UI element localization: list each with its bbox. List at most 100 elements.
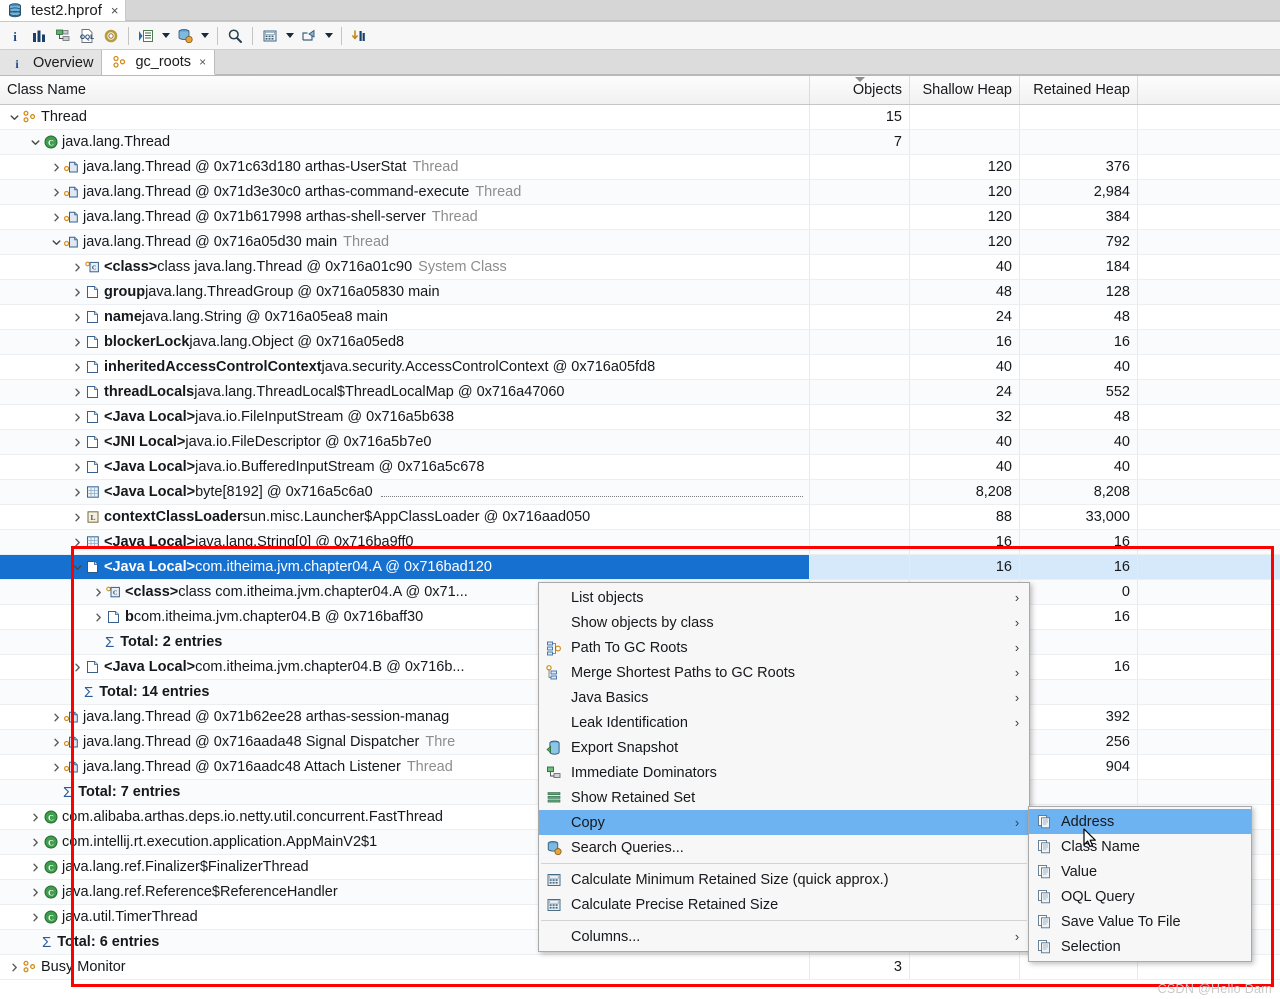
expand-collapse-toggle[interactable] [50,705,63,729]
expand-collapse-toggle[interactable] [8,105,21,129]
cell-class-name[interactable]: group java.lang.ThreadGroup @ 0x716a0583… [0,280,810,304]
table-row[interactable]: java.lang.Thread @ 0x716a05d30 main Threa… [0,230,1280,255]
oql-icon[interactable]: OQL [76,25,98,47]
expand-collapse-toggle[interactable] [29,830,42,854]
table-row[interactable]: name java.lang.String @ 0x716a05ea8 main… [0,305,1280,330]
menu-item-show-retained-set[interactable]: Show Retained Set [539,785,1029,810]
table-row[interactable]: <JNI Local> java.io.FileDescriptor @ 0x7… [0,430,1280,455]
expand-collapse-toggle[interactable] [29,905,42,929]
menu-item-java-basics[interactable]: Java Basics › [539,685,1029,710]
table-row[interactable]: Cjava.lang.Thread 7 [0,130,1280,155]
cell-class-name[interactable]: <Java Local> java.lang.String[0] @ 0x716… [0,530,810,554]
table-row[interactable]: inheritedAccessControlContext java.secur… [0,355,1280,380]
table-row[interactable]: C <class> class java.lang.Thread @ 0x716a… [0,255,1280,280]
query-browser-dropdown-arrow[interactable] [198,25,211,47]
menu-item-show-objects-by-class[interactable]: Show objects by class › [539,610,1029,635]
expand-collapse-toggle[interactable] [71,280,84,304]
cell-class-name[interactable]: Thread [0,105,810,129]
expand-collapse-toggle[interactable] [92,580,105,604]
table-row[interactable]: java.lang.Thread @ 0x71d3e30c0 arthas-co… [0,180,1280,205]
menu-item-columns[interactable]: Columns... › [539,924,1029,949]
cell-class-name[interactable]: java.lang.Thread @ 0x716a05d30 main Threa… [0,230,810,254]
context-menu[interactable]: List objects › Show objects by class › Path … [538,582,1030,952]
expand-collapse-toggle[interactable] [71,430,84,454]
expand-collapse-toggle[interactable] [71,555,84,579]
table-row[interactable]: blockerLock java.lang.Object @ 0x716a05e… [0,330,1280,355]
export-icon[interactable] [298,25,320,47]
expand-collapse-toggle[interactable] [71,380,84,404]
column-header-objects[interactable]: Objects [810,76,910,104]
menu-item-path-to-gc-roots[interactable]: Path To GC Roots › [539,635,1029,660]
query-browser-icon[interactable] [174,25,196,47]
cell-class-name[interactable]: java.lang.Thread @ 0x71c63d180 arthas-Us… [0,155,810,179]
expand-collapse-toggle[interactable] [50,730,63,754]
expand-collapse-toggle[interactable] [50,155,63,179]
expand-collapse-toggle[interactable] [71,480,84,504]
tab-overview[interactable]: i Overview [0,50,103,75]
expand-collapse-toggle[interactable] [71,405,84,429]
editor-tab-test2-hprof[interactable]: test2.hprof × [0,0,127,21]
cell-class-name[interactable]: <Java Local> java.io.BufferedInputStream… [0,455,810,479]
histogram-icon[interactable] [28,25,50,47]
menu-item-copy[interactable]: Copy › [539,810,1029,835]
copy-submenu[interactable]: Address Class Name Value OQL Query Save Valu… [1028,806,1252,962]
cell-class-name[interactable]: blockerLock java.lang.Object @ 0x716a05e… [0,330,810,354]
menu-item-calculate-minimum-retained-size-quick-approx[interactable]: Calculate Minimum Retained Size (quick a… [539,867,1029,892]
expand-collapse-toggle[interactable] [71,455,84,479]
column-header-class-name[interactable]: Class Name [0,76,810,104]
close-icon[interactable]: × [111,3,119,18]
expand-collapse-toggle[interactable] [50,230,63,254]
copy-menu-item-selection[interactable]: Selection [1029,934,1251,959]
copy-menu-item-save-value-to-file[interactable]: Save Value To File [1029,909,1251,934]
cell-class-name[interactable]: <Java Local> byte[8192] @ 0x716a5c6a0 [0,480,810,504]
table-row[interactable]: Thread 15 [0,105,1280,130]
table-row[interactable]: threadLocals java.lang.ThreadLocal$Threa… [0,380,1280,405]
table-row[interactable]: group java.lang.ThreadGroup @ 0x716a0583… [0,280,1280,305]
run-query-dropdown-arrow[interactable] [159,25,172,47]
menu-item-search-queries[interactable]: Search Queries... [539,835,1029,860]
expand-collapse-toggle[interactable] [29,855,42,879]
column-header-shallow-heap[interactable]: Shallow Heap [910,76,1020,104]
menu-item-list-objects[interactable]: List objects › [539,585,1029,610]
expand-collapse-toggle[interactable] [71,330,84,354]
expand-collapse-toggle[interactable] [50,180,63,204]
menu-item-calculate-precise-retained-size[interactable]: Calculate Precise Retained Size [539,892,1029,917]
calculator-dropdown-arrow[interactable] [283,25,296,47]
copy-menu-item-class-name[interactable]: Class Name [1029,834,1251,859]
dominator-tree-icon[interactable] [52,25,74,47]
expand-collapse-toggle[interactable] [71,530,84,554]
export-dropdown-arrow[interactable] [322,25,335,47]
cell-class-name[interactable]: name java.lang.String @ 0x716a05ea8 main [0,305,810,329]
table-row[interactable]: <Java Local> java.io.FileInputStream @ 0… [0,405,1280,430]
expand-collapse-toggle[interactable] [50,755,63,779]
expand-collapse-toggle[interactable] [71,355,84,379]
table-row[interactable]: <Java Local> java.io.BufferedInputStream… [0,455,1280,480]
expand-collapse-toggle[interactable] [50,205,63,229]
settings-gear-icon[interactable] [100,25,122,47]
copy-menu-item-address[interactable]: Address [1029,809,1251,834]
table-row[interactable]: <Java Local> java.lang.String[0] @ 0x716… [0,530,1280,555]
table-row[interactable]: <Java Local> com.itheima.jvm.chapter04.A… [0,555,1280,580]
expand-collapse-toggle[interactable] [71,505,84,529]
cell-class-name[interactable]: java.lang.Thread @ 0x71d3e30c0 arthas-co… [0,180,810,204]
table-row[interactable]: <Java Local> byte[8192] @ 0x716a5c6a0 8,2… [0,480,1280,505]
menu-item-immediate-dominators[interactable]: Immediate Dominators [539,760,1029,785]
close-icon[interactable]: × [199,55,206,69]
expand-collapse-toggle[interactable] [71,305,84,329]
cell-class-name[interactable]: java.lang.Thread @ 0x71b617998 arthas-sh… [0,205,810,229]
calculator-icon[interactable] [259,25,281,47]
expand-collapse-toggle[interactable] [92,605,105,629]
cell-class-name[interactable]: threadLocals java.lang.ThreadLocal$Threa… [0,380,810,404]
cell-class-name[interactable]: Busy Monitor [0,955,810,979]
menu-item-merge-shortest-paths-to-gc-roots[interactable]: Merge Shortest Paths to GC Roots › [539,660,1029,685]
menu-item-leak-identification[interactable]: Leak Identification › [539,710,1029,735]
cell-class-name[interactable]: <Java Local> java.io.FileInputStream @ 0… [0,405,810,429]
expand-collapse-toggle[interactable] [71,655,84,679]
overview-info-icon[interactable]: i [4,25,26,47]
copy-menu-item-value[interactable]: Value [1029,859,1251,884]
search-icon[interactable] [224,25,246,47]
run-expert-query-icon[interactable] [135,25,157,47]
expand-collapse-toggle[interactable] [8,955,21,979]
expand-collapse-toggle[interactable] [29,880,42,904]
cell-class-name[interactable]: LcontextClassLoader sun.misc.Launcher$Ap… [0,505,810,529]
